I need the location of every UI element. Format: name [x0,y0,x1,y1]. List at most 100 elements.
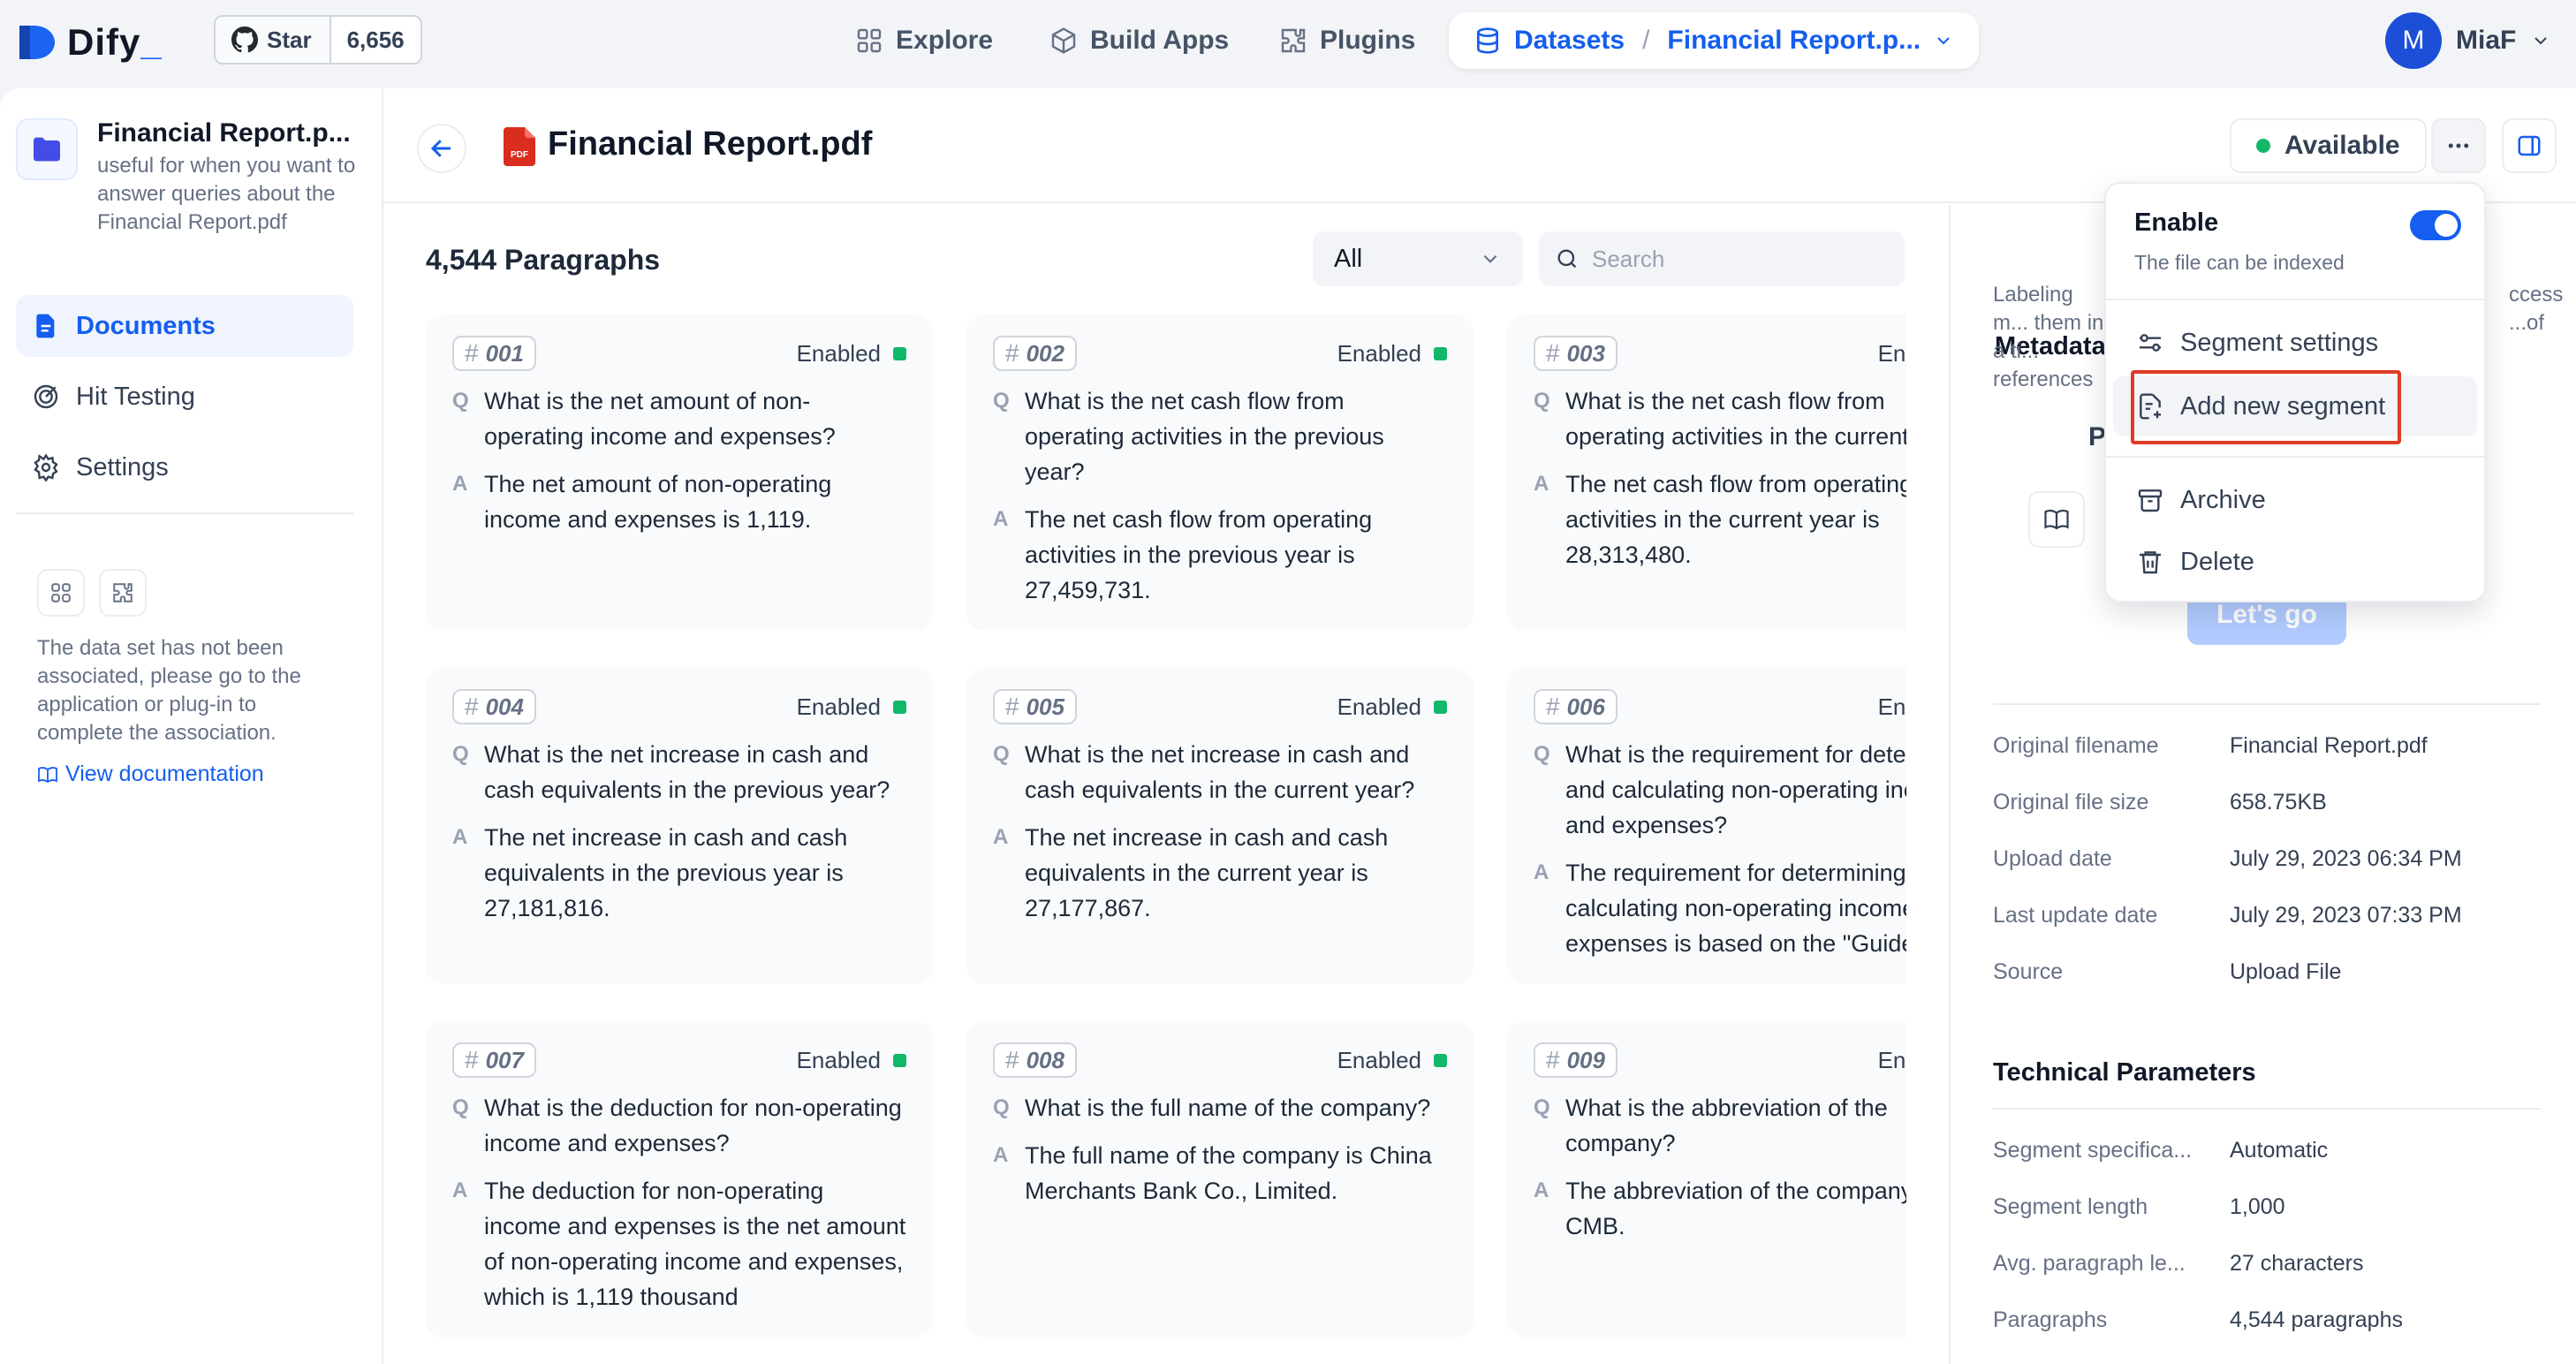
chevron-down-icon[interactable] [2530,30,2551,51]
enable-description: The file can be indexed [2134,251,2345,274]
question-marker: Q [1534,742,1550,766]
answer-marker: A [1534,860,1549,884]
github-star-button[interactable]: Star [216,17,331,63]
segment-number: #006 [1534,689,1618,724]
info-value: Upload File [2230,959,2342,984]
question-marker: Q [993,1095,1010,1119]
hash-icon: # [1546,1046,1560,1073]
delete-item[interactable]: Delete [2113,532,2477,592]
hash-icon: # [1546,693,1560,720]
view-documentation-link[interactable]: View documentation [37,762,264,787]
segment-card[interactable]: #005 Enabled Q What is the net increase in … [966,668,1474,984]
back-button[interactable] [417,124,466,173]
question-marker: Q [1534,389,1550,413]
technical-value: 27 characters [2230,1251,2364,1276]
question-text: What is the net cash flow from operating… [1025,388,1384,485]
metadata-book-button[interactable] [2028,491,2085,548]
add-new-segment-item[interactable]: Add new segment [2113,376,2477,436]
cube-icon [1051,27,1076,54]
user-name[interactable]: MiaF [2456,26,2516,56]
segment-number: #009 [1534,1042,1618,1078]
ellipsis-icon [2448,143,2469,148]
answer-text: The full name of the company is China Me… [1025,1142,1432,1204]
answer-text: The requirement for determining and calc… [1565,860,1906,957]
segment-header: #002 Enabled [993,336,1447,371]
nav-plugins[interactable]: Plugins [1261,12,1433,69]
sidebar-item-label: Settings [76,452,169,481]
dify-logo-icon [19,26,55,59]
question-text: What is the net cash flow from operating… [1565,388,1906,450]
sidebar-item-settings[interactable]: Settings [16,436,353,498]
info-label: Original filename [1993,733,2159,758]
segment-header: #008 Enabled [993,1042,1447,1078]
status-badge[interactable]: Available [2230,118,2427,173]
sidebar-divider [16,512,353,514]
segment-number-value: 002 [1026,339,1064,367]
hash-icon: # [465,339,479,367]
question-marker: Q [452,389,469,413]
sidebar-item-hit-testing[interactable]: Hit Testing [16,366,353,428]
question-marker: Q [452,1095,469,1119]
user-menu[interactable]: M MiaF [2385,12,2551,69]
status-dot [893,346,906,360]
hash-icon: # [465,1046,479,1073]
svg-text:PDF: PDF [511,150,528,160]
segment-number-value: 004 [485,693,524,720]
segment-card[interactable]: #003 Enabled Q What is the net cash flow fr… [1507,314,1906,631]
avatar[interactable]: M [2385,12,2442,69]
segment-card[interactable]: #002 Enabled Q What is the net cash flow fr… [966,314,1474,631]
hash-icon: # [1005,693,1019,720]
sidebar-item-documents[interactable]: Documents [16,295,353,357]
answer-marker: A [993,507,1009,531]
answer-text: The net amount of non-operating income a… [484,471,832,533]
github-star-widget[interactable]: Star 6,656 [214,15,422,64]
chevron-down-icon[interactable] [1933,30,1954,51]
metadata-description-right: ccess ...of [2509,283,2564,335]
status-filter-select[interactable]: All [1313,231,1523,286]
plugin-icon [99,569,147,617]
info-value: Financial Report.pdf [2230,733,2428,758]
database-icon [1477,27,1498,54]
segment-status: Enabled [797,693,906,721]
toggle-panel-button[interactable] [2502,118,2557,173]
technical-value: Automatic [2230,1138,2329,1163]
hash-icon: # [465,693,479,720]
question-marker: Q [993,742,1010,766]
segment-card[interactable]: #001 Enabled Q What is the net amount of no… [426,314,933,631]
segment-settings-item[interactable]: Segment settings [2113,313,2477,373]
enable-toggle[interactable] [2410,210,2461,240]
current-dataset-selector[interactable]: Financial Report.p... [1667,26,1921,56]
book-icon [38,766,57,783]
nav-datasets[interactable]: Datasets / Financial Report.p... [1449,12,1980,69]
segment-status: Enabled [1337,1047,1447,1074]
more-options-button[interactable] [2431,118,2486,173]
segment-card[interactable]: #007 Enabled Q What is the deduction for no… [426,1021,933,1337]
association-icons [37,569,147,617]
question-marker: Q [1534,1095,1550,1119]
paragraph-count: 4,544 Paragraphs [426,244,661,276]
segment-status: Enabled [797,340,906,368]
segment-number: #002 [993,336,1077,371]
dify-logo[interactable]: Dify_ [18,19,163,65]
archive-label: Archive [2180,485,2266,514]
segment-card[interactable]: #004 Enabled Q What is the net increase in … [426,668,933,984]
segment-status: Enabled [1337,340,1447,368]
nav-build-apps[interactable]: Build Apps [1032,12,1246,69]
segment-header: #005 Enabled [993,689,1447,724]
status-dot [893,700,906,714]
segment-status: Enabled [1878,1047,1906,1074]
segment-card[interactable]: #008 Enabled Q What is the full name of the… [966,1021,1474,1337]
status-dot [2256,139,2270,153]
sidebar-item-label: Documents [76,311,216,340]
github-star-count[interactable]: 6,656 [331,17,420,63]
answer-marker: A [993,1143,1009,1167]
nav-explore[interactable]: Explore [837,12,1011,69]
segment-card[interactable]: #006 Enabled Q What is the requirement for … [1507,668,1906,984]
app-grid-icon [37,569,85,617]
segment-card[interactable]: #009 Enabled Q What is the abbreviation of … [1507,1021,1906,1337]
archive-item[interactable]: Archive [2113,470,2477,530]
info-value: July 29, 2023 06:34 PM [2230,846,2462,871]
delete-label: Delete [2180,547,2254,576]
info-value: July 29, 2023 07:33 PM [2230,903,2462,928]
search-input[interactable]: Search [1539,231,1905,286]
